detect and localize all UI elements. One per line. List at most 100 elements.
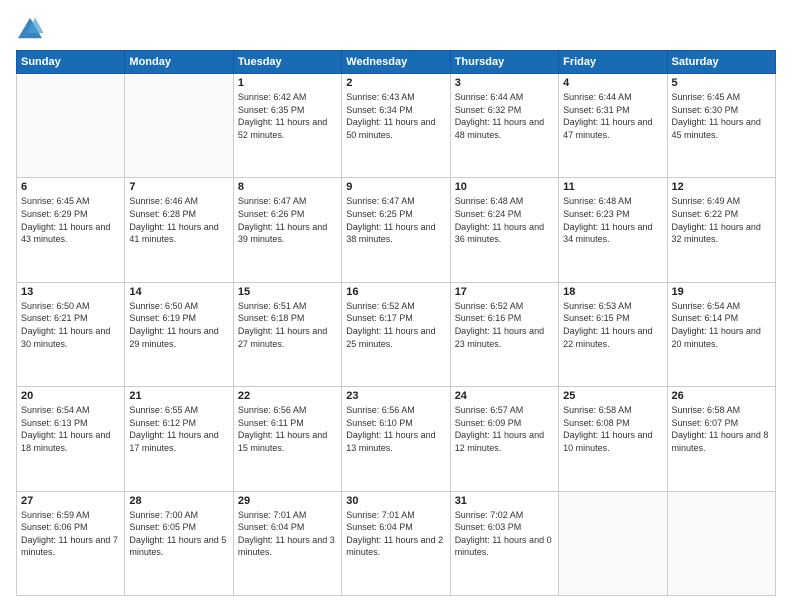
day-header-friday: Friday: [559, 51, 667, 74]
calendar-cell: [667, 491, 775, 595]
calendar-cell: 14 Sunrise: 6:50 AMSunset: 6:19 PMDayligh…: [125, 282, 233, 386]
calendar-cell: 28Sunrise: 7:00 AMSunset: 6:05 PMDayligh…: [125, 491, 233, 595]
day-number: 12: [672, 181, 771, 193]
day-info: Sunrise: 6:54 AMSunset: 6:13 PMDaylight:…: [21, 404, 120, 454]
day-info: Sunrise: 6:48 AMSunset: 6:23 PMDaylight:…: [563, 195, 662, 245]
calendar-cell: 2 Sunrise: 6:43 AMSunset: 6:34 PMDaylight…: [342, 74, 450, 178]
calendar-cell: 11 Sunrise: 6:48 AMSunset: 6:23 PMDayligh…: [559, 178, 667, 282]
calendar-cell: 6 Sunrise: 6:45 AMSunset: 6:29 PMDaylight…: [17, 178, 125, 282]
day-number: 10: [455, 181, 554, 193]
day-number: 20: [21, 390, 120, 402]
header: [16, 16, 776, 40]
calendar-cell: 10 Sunrise: 6:48 AMSunset: 6:24 PMDayligh…: [450, 178, 558, 282]
day-number: 1: [238, 77, 337, 89]
page: SundayMondayTuesdayWednesdayThursdayFrid…: [0, 0, 792, 612]
calendar-cell: 22 Sunrise: 6:56 AMSunset: 6:11 PMDayligh…: [233, 387, 341, 491]
day-number: 6: [21, 181, 120, 193]
day-number: 22: [238, 390, 337, 402]
day-number: 5: [672, 77, 771, 89]
calendar-cell: 27 Sunrise: 6:59 AMSunset: 6:06 PMDayligh…: [17, 491, 125, 595]
day-info: Sunrise: 6:59 AMSunset: 6:06 PMDaylight:…: [21, 509, 120, 559]
day-number: 19: [672, 286, 771, 298]
day-info: Sunrise: 6:46 AMSunset: 6:28 PMDaylight:…: [129, 195, 228, 245]
calendar-week-row: 27 Sunrise: 6:59 AMSunset: 6:06 PMDayligh…: [17, 491, 776, 595]
day-info: Sunrise: 6:57 AMSunset: 6:09 PMDaylight:…: [455, 404, 554, 454]
day-info: Sunrise: 7:02 AMSunset: 6:03 PMDaylight:…: [455, 509, 554, 559]
day-info: Sunrise: 6:47 AMSunset: 6:25 PMDaylight:…: [346, 195, 445, 245]
logo-icon: [16, 16, 44, 40]
day-info: Sunrise: 6:53 AMSunset: 6:15 PMDaylight:…: [563, 300, 662, 350]
day-header-wednesday: Wednesday: [342, 51, 450, 74]
day-number: 26: [672, 390, 771, 402]
calendar-cell: 24 Sunrise: 6:57 AMSunset: 6:09 PMDayligh…: [450, 387, 558, 491]
calendar-cell: 3 Sunrise: 6:44 AMSunset: 6:32 PMDaylight…: [450, 74, 558, 178]
calendar-cell: 4 Sunrise: 6:44 AMSunset: 6:31 PMDaylight…: [559, 74, 667, 178]
day-number: 27: [21, 495, 120, 507]
day-number: 9: [346, 181, 445, 193]
day-number: 4: [563, 77, 662, 89]
day-info: Sunrise: 6:50 AMSunset: 6:19 PMDaylight:…: [129, 300, 228, 350]
day-number: 21: [129, 390, 228, 402]
calendar-cell: 19Sunrise: 6:54 AMSunset: 6:14 PMDayligh…: [667, 282, 775, 386]
calendar-cell: 1 Sunrise: 6:42 AMSunset: 6:35 PMDaylight…: [233, 74, 341, 178]
day-number: 7: [129, 181, 228, 193]
calendar-week-row: 6 Sunrise: 6:45 AMSunset: 6:29 PMDaylight…: [17, 178, 776, 282]
day-info: Sunrise: 6:44 AMSunset: 6:32 PMDaylight:…: [455, 91, 554, 141]
day-info: Sunrise: 6:47 AMSunset: 6:26 PMDaylight:…: [238, 195, 337, 245]
day-number: 25: [563, 390, 662, 402]
day-info: Sunrise: 6:48 AMSunset: 6:24 PMDaylight:…: [455, 195, 554, 245]
day-number: 15: [238, 286, 337, 298]
day-info: Sunrise: 6:44 AMSunset: 6:31 PMDaylight:…: [563, 91, 662, 141]
day-number: 2: [346, 77, 445, 89]
calendar-cell: 16Sunrise: 6:52 AMSunset: 6:17 PMDayligh…: [342, 282, 450, 386]
day-info: Sunrise: 6:52 AMSunset: 6:17 PMDaylight:…: [346, 300, 445, 350]
day-info: Sunrise: 6:56 AMSunset: 6:10 PMDaylight:…: [346, 404, 445, 454]
day-number: 30: [346, 495, 445, 507]
calendar-week-row: 1 Sunrise: 6:42 AMSunset: 6:35 PMDaylight…: [17, 74, 776, 178]
day-number: 28: [129, 495, 228, 507]
day-info: Sunrise: 6:42 AMSunset: 6:35 PMDaylight:…: [238, 91, 337, 141]
calendar-cell: 5Sunrise: 6:45 AMSunset: 6:30 PMDaylight…: [667, 74, 775, 178]
day-info: Sunrise: 6:58 AMSunset: 6:07 PMDaylight:…: [672, 404, 771, 454]
day-info: Sunrise: 6:58 AMSunset: 6:08 PMDaylight:…: [563, 404, 662, 454]
calendar-cell: [559, 491, 667, 595]
calendar-cell: 18 Sunrise: 6:53 AMSunset: 6:15 PMDayligh…: [559, 282, 667, 386]
calendar-cell: 13 Sunrise: 6:50 AMSunset: 6:21 PMDayligh…: [17, 282, 125, 386]
calendar-cell: 20 Sunrise: 6:54 AMSunset: 6:13 PMDayligh…: [17, 387, 125, 491]
day-info: Sunrise: 6:52 AMSunset: 6:16 PMDaylight:…: [455, 300, 554, 350]
calendar-cell: 23 Sunrise: 6:56 AMSunset: 6:10 PMDayligh…: [342, 387, 450, 491]
day-number: 13: [21, 286, 120, 298]
day-number: 29: [238, 495, 337, 507]
day-number: 14: [129, 286, 228, 298]
day-info: Sunrise: 6:50 AMSunset: 6:21 PMDaylight:…: [21, 300, 120, 350]
calendar-cell: 30 Sunrise: 7:01 AMSunset: 6:04 PMDayligh…: [342, 491, 450, 595]
day-number: 11: [563, 181, 662, 193]
day-number: 23: [346, 390, 445, 402]
day-header-monday: Monday: [125, 51, 233, 74]
calendar-table: SundayMondayTuesdayWednesdayThursdayFrid…: [16, 50, 776, 596]
day-number: 8: [238, 181, 337, 193]
day-number: 3: [455, 77, 554, 89]
day-number: 24: [455, 390, 554, 402]
calendar-cell: [125, 74, 233, 178]
logo: [16, 16, 48, 40]
calendar-cell: 29 Sunrise: 7:01 AMSunset: 6:04 PMDayligh…: [233, 491, 341, 595]
day-info: Sunrise: 7:01 AMSunset: 6:04 PMDaylight:…: [346, 509, 445, 559]
day-number: 17: [455, 286, 554, 298]
day-header-tuesday: Tuesday: [233, 51, 341, 74]
calendar-cell: 9 Sunrise: 6:47 AMSunset: 6:25 PMDaylight…: [342, 178, 450, 282]
day-info: Sunrise: 7:01 AMSunset: 6:04 PMDaylight:…: [238, 509, 337, 559]
day-info: Sunrise: 6:56 AMSunset: 6:11 PMDaylight:…: [238, 404, 337, 454]
calendar-cell: 7 Sunrise: 6:46 AMSunset: 6:28 PMDaylight…: [125, 178, 233, 282]
calendar-cell: 15 Sunrise: 6:51 AMSunset: 6:18 PMDayligh…: [233, 282, 341, 386]
calendar-header-row: SundayMondayTuesdayWednesdayThursdayFrid…: [17, 51, 776, 74]
calendar-cell: 21 Sunrise: 6:55 AMSunset: 6:12 PMDayligh…: [125, 387, 233, 491]
day-info: Sunrise: 6:49 AMSunset: 6:22 PMDaylight:…: [672, 195, 771, 245]
day-info: Sunrise: 6:43 AMSunset: 6:34 PMDaylight:…: [346, 91, 445, 141]
day-info: Sunrise: 6:51 AMSunset: 6:18 PMDaylight:…: [238, 300, 337, 350]
day-number: 18: [563, 286, 662, 298]
day-info: Sunrise: 6:45 AMSunset: 6:29 PMDaylight:…: [21, 195, 120, 245]
day-info: Sunrise: 6:55 AMSunset: 6:12 PMDaylight:…: [129, 404, 228, 454]
calendar-cell: 8 Sunrise: 6:47 AMSunset: 6:26 PMDaylight…: [233, 178, 341, 282]
calendar-cell: 12 Sunrise: 6:49 AMSunset: 6:22 PMDayligh…: [667, 178, 775, 282]
